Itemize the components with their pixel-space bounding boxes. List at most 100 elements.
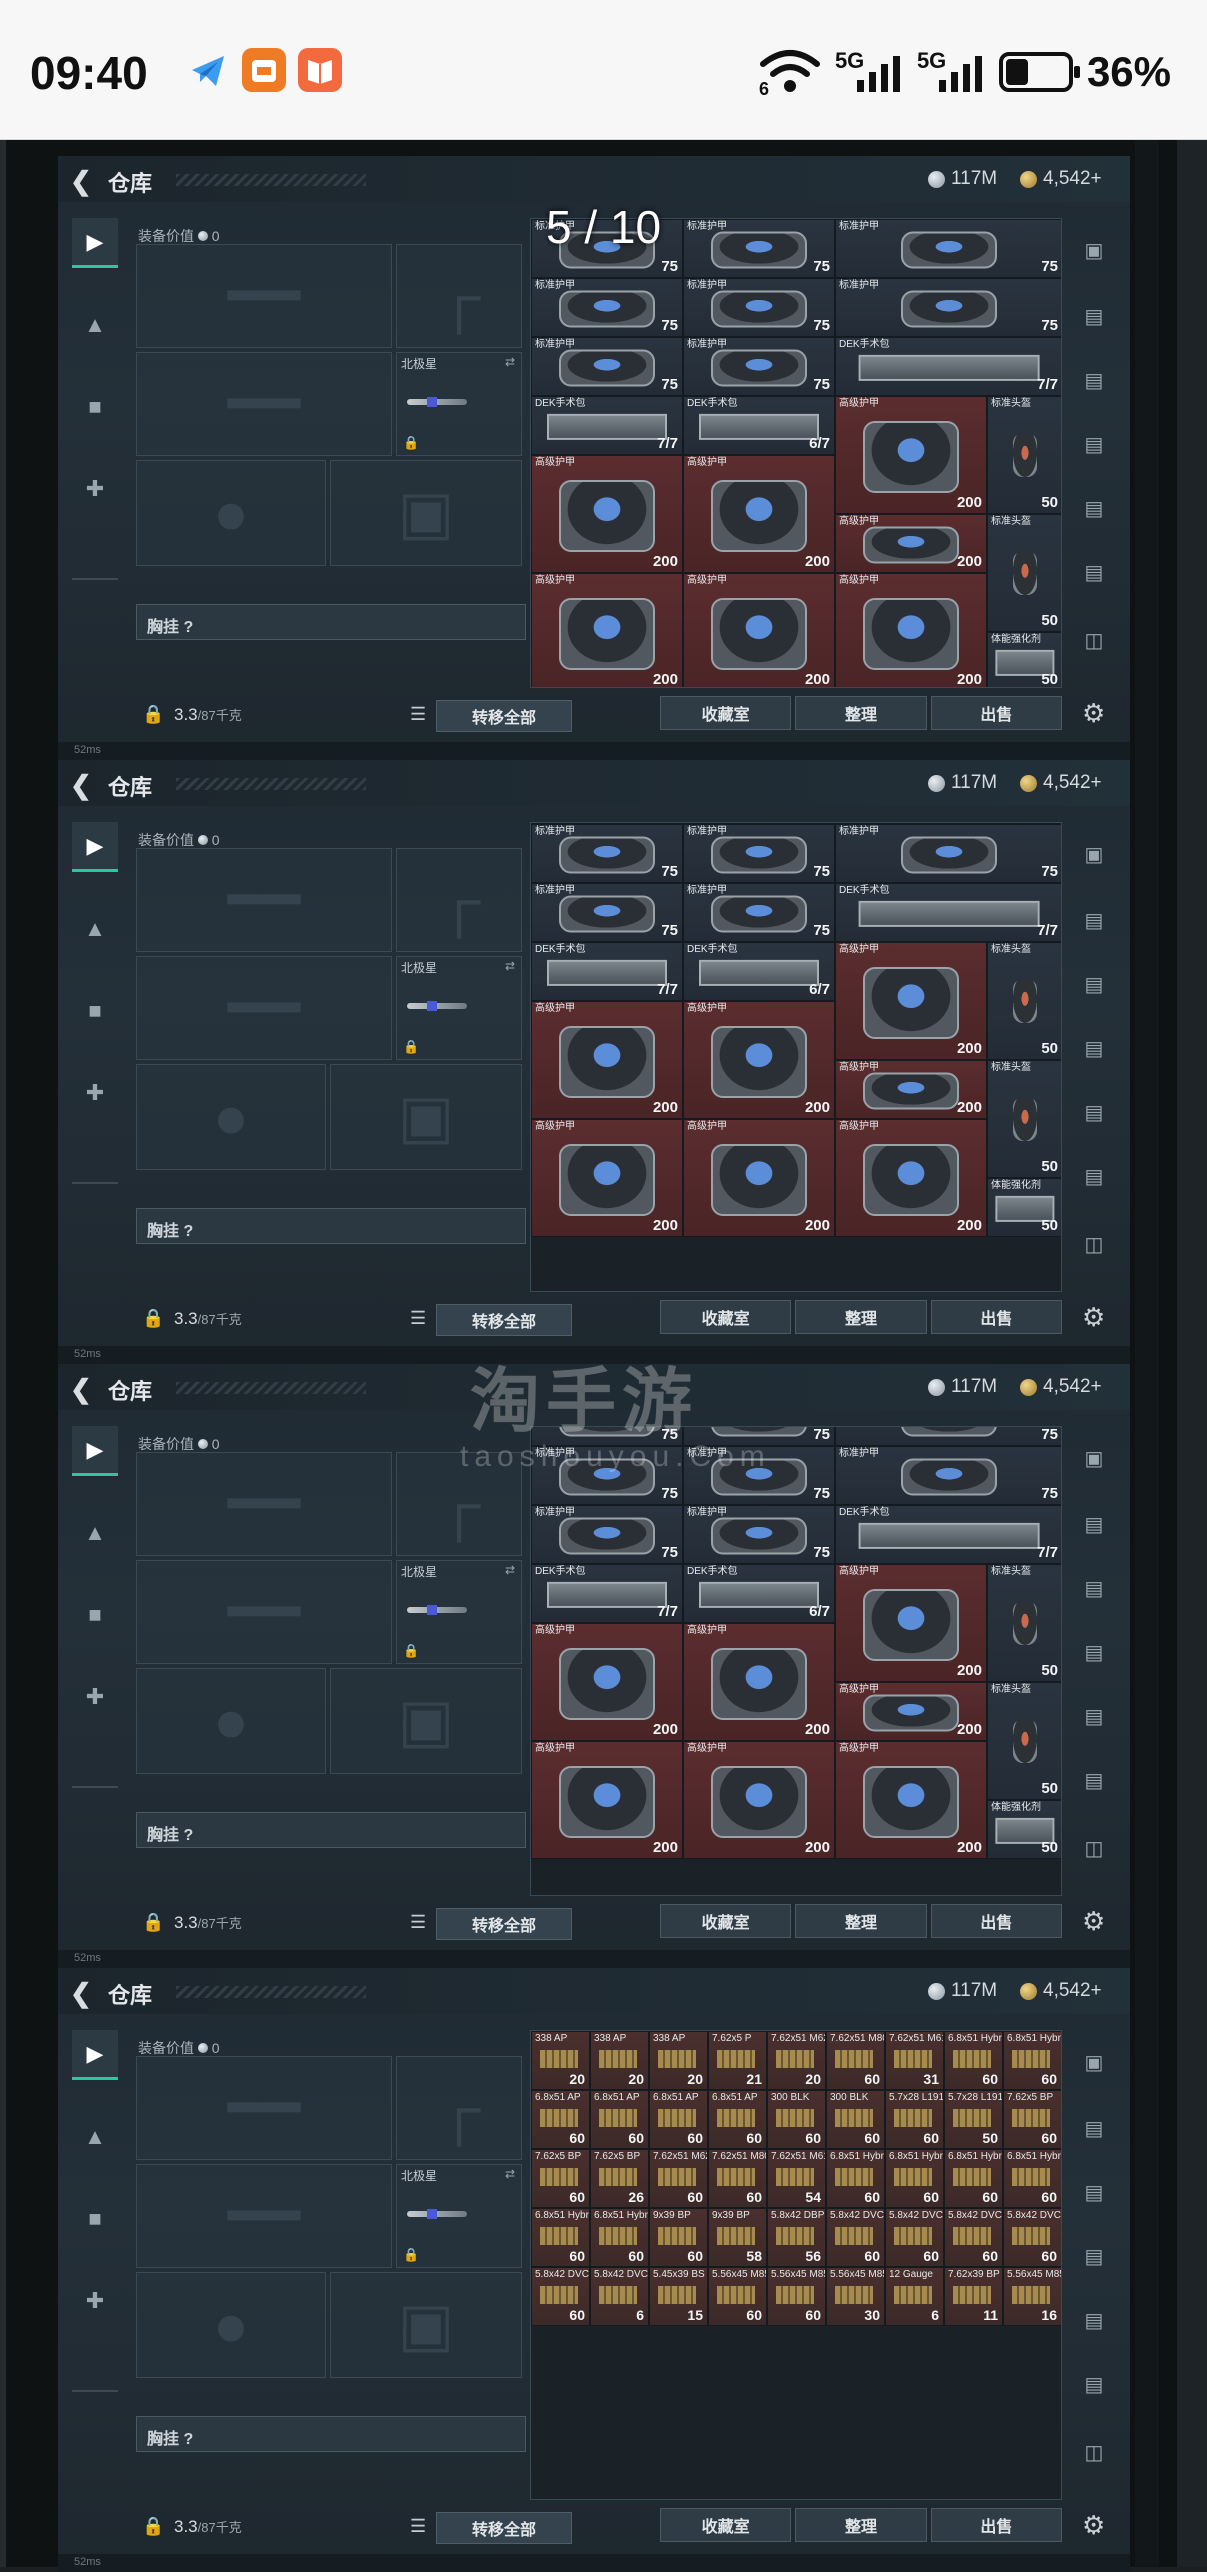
ammo-item[interactable]: 7.62x5 P 21 [708, 2031, 767, 2090]
helmet-slot[interactable]: ● [136, 1064, 326, 1170]
gold-currency[interactable]: 4,542+ [1020, 1980, 1102, 2002]
ammo-item[interactable]: 6.8x51 Hybrid 60 [885, 2149, 944, 2208]
gold-currency[interactable]: 4,542+ [1020, 1376, 1102, 1398]
sell-button[interactable]: 出售 [930, 1300, 1062, 1334]
ammo-item[interactable]: 5.45x39 BS 15 [649, 2267, 708, 2326]
stash-item[interactable]: DEK手术包 7/7 [531, 1564, 683, 1623]
armor-tab-icon[interactable]: ▲ [72, 1508, 118, 1558]
stash-page-icon[interactable]: ▤ [1078, 560, 1110, 586]
stash-page-icon[interactable]: ▤ [1078, 2372, 1110, 2398]
sell-button[interactable]: 出售 [930, 2508, 1062, 2542]
stash-item[interactable]: 标准头盔 50 [987, 1564, 1061, 1682]
stash-item[interactable]: 标准护甲75 [683, 278, 835, 337]
stash-page-icon[interactable]: ▤ [1078, 1704, 1110, 1730]
ammo-item[interactable]: 6.8x51 AP 60 [590, 2090, 649, 2149]
gold-currency[interactable]: 4,542+ [1020, 772, 1102, 794]
stash-item[interactable]: 体能强化剂 50 [987, 1800, 1061, 1859]
stash-item[interactable]: 标准护甲75 [683, 1505, 835, 1564]
secondary-weapon-slot[interactable]: ━━ [136, 352, 392, 456]
ammo-item[interactable]: 6.8x51 Hybrid 60 [531, 2208, 590, 2267]
stash-page-icon[interactable]: ▤ [1078, 908, 1110, 934]
ammo-item[interactable]: 7.62x5 BP 26 [590, 2149, 649, 2208]
stash-item[interactable]: 高级护甲200 [835, 942, 987, 1060]
sort-button[interactable]: 整理 [795, 1904, 927, 1938]
stash-page-icon[interactable]: ▤ [1078, 432, 1110, 458]
helmet-slot[interactable]: ● [136, 460, 326, 566]
stash-item[interactable]: 高级护甲200 [531, 455, 683, 573]
stash-item[interactable]: 高级护甲200 [683, 1623, 835, 1741]
list-icon[interactable]: ☰ [410, 1912, 426, 1933]
stash-item[interactable]: 标准护甲75 [531, 278, 683, 337]
back-arrow-icon[interactable]: ❮ [70, 770, 92, 801]
stash-item[interactable]: 高级护甲200 [835, 396, 987, 514]
ammo-item[interactable]: 338 AP 20 [531, 2031, 590, 2090]
stash-item[interactable]: DEK手术包 7/7 [835, 883, 1061, 942]
ammo-item[interactable]: 338 AP 20 [590, 2031, 649, 2090]
stash-grid[interactable]: 338 AP 20 338 AP 20 338 AP 20 7.62x5 P 21 7.62x5… [530, 2030, 1062, 2500]
stash-page-icon[interactable]: ▤ [1078, 1100, 1110, 1126]
pistol-slot[interactable]: ┌ [396, 2056, 522, 2160]
ammo-item[interactable]: 6.8x51 AP 60 [531, 2090, 590, 2149]
medkit-tab-icon[interactable]: ✚ [72, 464, 118, 514]
ammo-item[interactable]: 5.8x42 DVC12 60 [531, 2267, 590, 2326]
collection-room-button[interactable]: 收藏室 [660, 1300, 792, 1334]
gun-tab-icon[interactable]: ▶ [72, 822, 118, 872]
stash-item[interactable]: 标准护甲75 [683, 337, 835, 396]
pistol-slot[interactable]: ┌ [396, 244, 522, 348]
stash-page-icon[interactable]: ▤ [1078, 1036, 1110, 1062]
ammo-item[interactable]: 7.62x51 M62 20 [767, 2031, 826, 2090]
backpack-tab-icon[interactable]: ■ [72, 1590, 118, 1640]
ammo-item[interactable]: 7.62x5 BP 60 [1003, 2090, 1061, 2149]
stash-item[interactable]: 高级护甲200 [531, 1001, 683, 1119]
ammo-item[interactable]: 7.62x51 M61 31 [885, 2031, 944, 2090]
ammo-item[interactable]: 7.62x39 BP 11 [944, 2267, 1003, 2326]
stash-item[interactable]: 高级护甲200 [835, 573, 987, 687]
ammo-item[interactable]: 7.62x51 M62 60 [649, 2149, 708, 2208]
ammo-item[interactable]: 12 Gauge 6 [885, 2267, 944, 2326]
back-arrow-icon[interactable]: ❮ [70, 1374, 92, 1405]
stash-page-icon[interactable]: ▤ [1078, 972, 1110, 998]
primary-weapon-slot[interactable]: ━━ [136, 848, 392, 952]
stash-item[interactable]: 标准头盔 50 [987, 1682, 1061, 1800]
melee-slot[interactable]: 北极星 ⇄ 🔒 [396, 1560, 522, 1664]
sort-button[interactable]: 整理 [795, 2508, 927, 2542]
ammo-item[interactable]: 6.8x51 Hybrid 60 [1003, 2149, 1061, 2208]
stash-item[interactable]: 体能强化剂 50 [987, 1178, 1061, 1237]
ammo-item[interactable]: 5.56x45 M855 16 [1003, 2267, 1061, 2326]
helmet-slot[interactable]: ● [136, 1668, 326, 1774]
stash-page-icon[interactable]: ▤ [1078, 1164, 1110, 1190]
stash-icon[interactable]: ▣ [1078, 1446, 1110, 1472]
collection-room-button[interactable]: 收藏室 [660, 696, 792, 730]
stash-item[interactable]: 高级护甲200 [531, 573, 683, 687]
gear-icon[interactable]: ⚙ [1082, 2510, 1105, 2541]
ammo-item[interactable]: 5.7x28 L191 60 [885, 2090, 944, 2149]
ammo-item[interactable]: 7.62x51 M80 60 [708, 2149, 767, 2208]
stash-grid[interactable]: 标准护甲75标准护甲75标准护甲75标准护甲75标准护甲75标准护甲75标准护甲… [530, 822, 1062, 1292]
ammo-item[interactable]: 5.56x45 M855 30 [826, 2267, 885, 2326]
ammo-item[interactable]: 6.8x51 Hybrid 60 [590, 2208, 649, 2267]
backpack-tab-icon[interactable]: ■ [72, 382, 118, 432]
stash-item[interactable]: 高级护甲200 [683, 455, 835, 573]
primary-weapon-slot[interactable]: ━━ [136, 1452, 392, 1556]
backpack-tab-icon[interactable]: ■ [72, 2194, 118, 2244]
stash-page-icon[interactable]: ▤ [1078, 496, 1110, 522]
gun-tab-icon[interactable]: ▶ [72, 2030, 118, 2080]
stash-item[interactable]: 标准护甲75 [531, 337, 683, 396]
stash-item[interactable]: 高级护甲200 [683, 1119, 835, 1237]
stash-page-icon[interactable]: ▤ [1078, 304, 1110, 330]
sort-button[interactable]: 整理 [795, 1300, 927, 1334]
ammo-item[interactable]: 6.8x51 AP 60 [649, 2090, 708, 2149]
stash-item[interactable]: 高级护甲200 [683, 1001, 835, 1119]
stash-item[interactable]: 高级护甲200 [531, 1119, 683, 1237]
ammo-item[interactable]: 300 BLK 60 [826, 2090, 885, 2149]
ammo-item[interactable]: 5.8x42 DVC12 60 [1003, 2208, 1061, 2267]
ammo-item[interactable]: 6.8x51 Hybrid 60 [1003, 2031, 1061, 2090]
helmet-slot[interactable]: ● [136, 2272, 326, 2378]
list-icon[interactable]: ☰ [410, 1308, 426, 1329]
ammo-item[interactable]: 5.8x42 DVC12 60 [885, 2208, 944, 2267]
image-viewer[interactable]: ❮ 仓库 117M 4,542+ ▶ ▲ ■ ✚ 装备价值 0 ━━ ┌ ━━ … [0, 140, 1207, 2572]
chest-rig-slot[interactable]: 胸挂 ? [136, 2416, 526, 2452]
stash-item[interactable]: 高级护甲200 [835, 1741, 987, 1859]
stash-item[interactable]: 高级护甲200 [835, 1682, 987, 1741]
stash-item[interactable]: 体能强化剂 50 [987, 632, 1061, 687]
